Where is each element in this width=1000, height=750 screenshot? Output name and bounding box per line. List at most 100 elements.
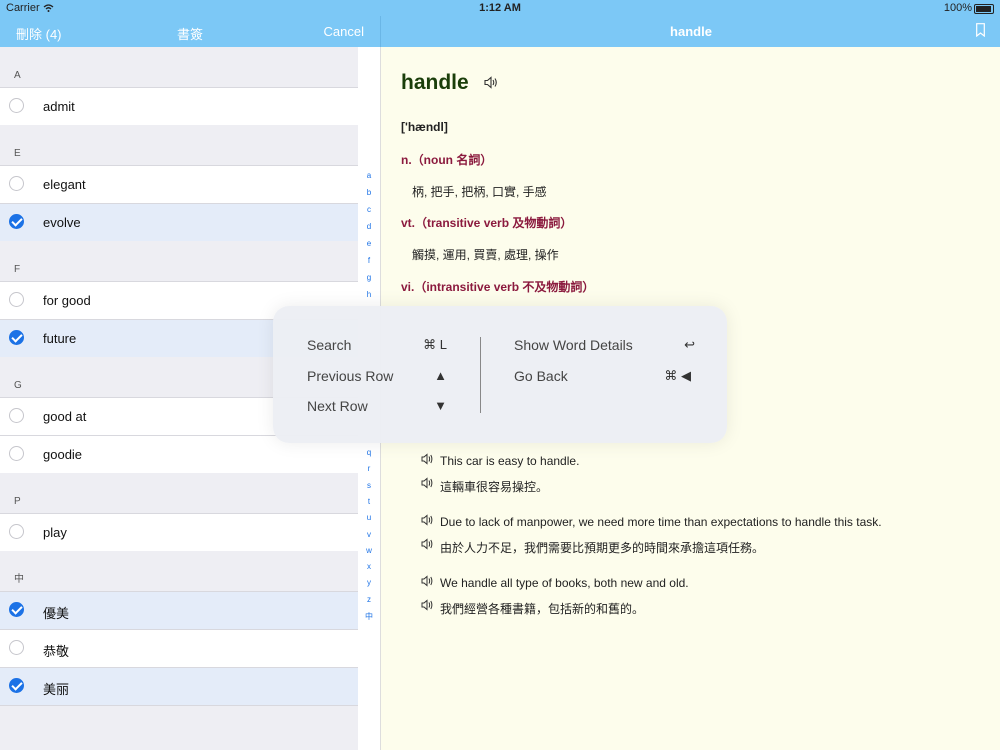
example-sentence: This car is easy to handle. xyxy=(440,454,580,468)
example-sentence: We handle all type of books, both new an… xyxy=(440,576,689,590)
bookmark-row[interactable]: admit xyxy=(0,87,358,125)
example-translation: 我們經營各種書籍，包括新的和舊的。 xyxy=(440,602,645,616)
bookmark-word: good at xyxy=(43,409,87,424)
index-letter[interactable]: v xyxy=(358,530,380,539)
shortcut-next-row-label: Next Row xyxy=(307,398,368,414)
bookmark-row[interactable]: play xyxy=(0,513,358,551)
index-letter[interactable]: c xyxy=(358,205,380,214)
bookmark-word: future xyxy=(43,331,77,346)
bookmark-row[interactable]: 優美 xyxy=(0,591,358,629)
clock: 1:12 AM xyxy=(479,2,521,14)
index-letter[interactable]: s xyxy=(358,481,380,490)
index-letter[interactable]: 中 xyxy=(358,611,380,622)
shortcut-search-key: ⌘ L xyxy=(423,337,447,352)
part-of-speech-vt: vt.（transitive verb 及物動詞） xyxy=(401,216,573,230)
index-letter[interactable]: x xyxy=(358,562,380,571)
bookmark-row[interactable]: evolve xyxy=(0,203,358,241)
example-translation: 由於人力不足，我們需要比預期更多的時間來承擔這項任務。 xyxy=(440,541,765,555)
index-letter[interactable]: a xyxy=(358,171,380,180)
example-speaker-icon[interactable] xyxy=(421,538,434,550)
shortcut-go-back-key: ⌘ ◀ xyxy=(664,368,691,383)
speaker-icon[interactable] xyxy=(484,76,498,89)
bookmark-word: 恭敬 xyxy=(43,644,70,659)
checked-circle-icon[interactable] xyxy=(9,678,24,693)
bookmark-word: play xyxy=(43,525,67,540)
index-letter[interactable]: r xyxy=(358,464,380,473)
index-letter[interactable]: g xyxy=(358,273,380,282)
section-header-label: E xyxy=(14,148,21,159)
section-header: 中 xyxy=(0,551,358,591)
keyboard-shortcuts-overlay: Search ⌘ L Previous Row ▲ Next Row ▼ Sho… xyxy=(273,306,727,443)
index-letter[interactable]: t xyxy=(358,497,380,506)
index-letter[interactable]: d xyxy=(358,222,380,231)
checked-circle-icon[interactable] xyxy=(9,602,24,617)
battery-icon xyxy=(974,4,994,14)
example-translation: 這輛車很容易操控。 xyxy=(440,480,549,494)
shortcut-previous-row-label: Previous Row xyxy=(307,368,394,384)
bookmark-row[interactable]: elegant xyxy=(0,165,358,203)
section-header-label: P xyxy=(14,496,21,507)
bookmark-word: goodie xyxy=(43,447,83,462)
example-speaker-icon[interactable] xyxy=(421,599,434,611)
shortcut-previous-row-key: ▲ xyxy=(434,368,447,383)
phonetic: ['hændl] xyxy=(401,120,448,134)
bookmark-word: elegant xyxy=(43,177,86,192)
bookmarks-nav-bar: 刪除 (4) 書簽 Cancel xyxy=(0,16,380,47)
battery-percent: 100% xyxy=(943,2,972,14)
unchecked-circle-icon[interactable] xyxy=(9,640,24,655)
index-letter[interactable]: y xyxy=(358,578,380,587)
section-header-label: 中 xyxy=(14,574,24,585)
example-sentence: Due to lack of manpower, we need more ti… xyxy=(440,515,882,529)
unchecked-circle-icon[interactable] xyxy=(9,98,24,113)
unchecked-circle-icon[interactable] xyxy=(9,524,24,539)
shortcut-show-details-key: ↩ xyxy=(684,337,695,352)
unchecked-circle-icon[interactable] xyxy=(9,292,24,307)
section-header-label: G xyxy=(14,380,22,391)
bookmark-row[interactable]: 恭敬 xyxy=(0,629,358,667)
example-speaker-icon[interactable] xyxy=(421,514,434,526)
index-letter[interactable]: e xyxy=(358,239,380,248)
part-of-speech-noun: n.（noun 名詞） xyxy=(401,153,493,167)
bookmark-icon[interactable] xyxy=(976,23,985,37)
example-speaker-icon[interactable] xyxy=(421,575,434,587)
shortcut-search-label: Search xyxy=(307,337,352,353)
definition-vt: 觸摸, 運用, 買賣, 處理, 操作 xyxy=(412,248,559,262)
example-speaker-icon[interactable] xyxy=(421,477,434,489)
shortcut-next-row-key: ▼ xyxy=(434,398,447,413)
checked-circle-icon[interactable] xyxy=(9,214,24,229)
index-letter[interactable]: w xyxy=(358,546,380,555)
section-header: E xyxy=(0,125,358,165)
section-header-label: A xyxy=(14,70,21,81)
bookmark-word: evolve xyxy=(43,215,81,230)
index-letter[interactable]: b xyxy=(358,188,380,197)
index-letter[interactable]: q xyxy=(358,448,380,457)
example-speaker-icon[interactable] xyxy=(421,453,434,465)
part-of-speech-vi: vi.（intransitive verb 不及物動詞） xyxy=(401,280,595,294)
index-letter[interactable]: h xyxy=(358,290,380,299)
index-letter[interactable]: z xyxy=(358,595,380,604)
unchecked-circle-icon[interactable] xyxy=(9,408,24,423)
shortcut-divider xyxy=(480,337,481,413)
section-header: P xyxy=(0,473,358,513)
definition-noun: 柄, 把手, 把柄, 口實, 手感 xyxy=(412,185,547,199)
bookmark-word: 美丽 xyxy=(43,682,70,697)
shortcut-go-back-label: Go Back xyxy=(514,368,568,384)
section-header: F xyxy=(0,241,358,281)
cancel-button[interactable]: Cancel xyxy=(324,24,364,39)
bookmark-word: for good xyxy=(43,293,91,308)
index-letter[interactable]: f xyxy=(358,256,380,265)
section-header-label: F xyxy=(14,264,21,275)
section-header: A xyxy=(0,47,358,87)
unchecked-circle-icon[interactable] xyxy=(9,176,24,191)
unchecked-circle-icon[interactable] xyxy=(9,446,24,461)
checked-circle-icon[interactable] xyxy=(9,330,24,345)
bookmark-word: 優美 xyxy=(43,606,70,621)
index-letter[interactable]: u xyxy=(358,513,380,522)
shortcut-show-details-label: Show Word Details xyxy=(514,337,633,353)
word-heading: handle xyxy=(401,71,469,94)
detail-title: handle xyxy=(670,24,712,39)
bookmark-row[interactable]: 美丽 xyxy=(0,667,358,706)
bookmark-word: admit xyxy=(43,99,75,114)
detail-nav-bar: handle xyxy=(380,16,1000,47)
status-bar: Carrier 1:12 AM 100% xyxy=(0,0,1000,16)
